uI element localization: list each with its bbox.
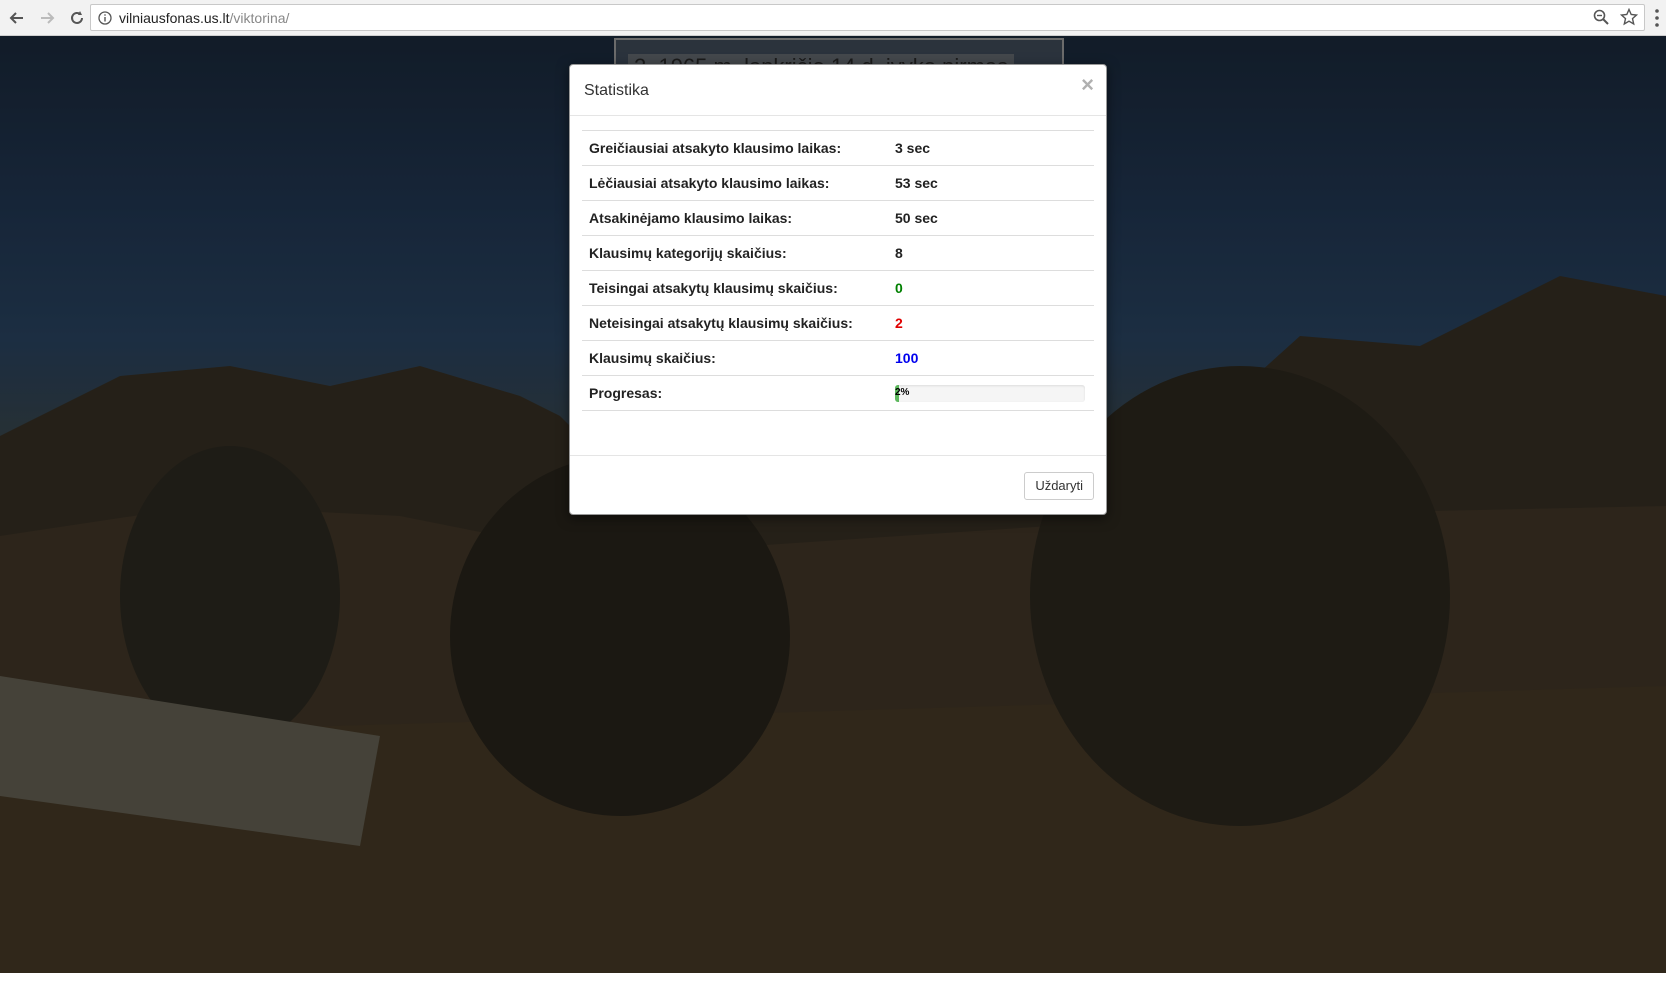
zoom-icon[interactable] xyxy=(1592,8,1610,26)
back-icon[interactable] xyxy=(4,5,30,31)
stat-value: 3 sec xyxy=(888,130,1094,166)
total-count-value: 100 xyxy=(888,340,1094,376)
close-icon[interactable]: × xyxy=(1081,74,1094,96)
address-bar[interactable]: vilniausfonas.us.lt/viktorina/ xyxy=(90,4,1645,31)
table-row: Lėčiausiai atsakyto klausimo laikas: 53 … xyxy=(582,165,1094,201)
progress-label: Progresas: xyxy=(582,375,888,411)
info-icon[interactable] xyxy=(98,10,112,25)
url-text: vilniausfonas.us.lt/viktorina/ xyxy=(119,10,289,26)
url-host: vilniausfonas.us.lt xyxy=(119,9,230,26)
table-row: Klausimų skaičius: 100 xyxy=(582,340,1094,376)
modal-header: Statistika × xyxy=(570,65,1106,116)
stat-label: Klausimų kategorijų skaičius: xyxy=(582,235,888,271)
stat-label: Atsakinėjamo klausimo laikas: xyxy=(582,200,888,236)
progress-bar: 2% xyxy=(895,384,1085,402)
browser-menu-icon[interactable] xyxy=(1650,7,1664,29)
table-row: Greičiausiai atsakyto klausimo laikas: 3… xyxy=(582,130,1094,166)
stat-value: 53 sec xyxy=(888,165,1094,201)
progress-text: 2% xyxy=(895,386,910,398)
statistics-modal: Statistika × Greičiausiai atsakyto klaus… xyxy=(569,64,1107,515)
page-bottom-bar xyxy=(0,973,1666,983)
modal-title: Statistika xyxy=(584,82,649,99)
correct-count-value: 0 xyxy=(888,270,1094,306)
stat-label: Neteisingai atsakytų klausimų skaičius: xyxy=(582,305,888,341)
table-row: Progresas: 2% xyxy=(582,375,1094,411)
incorrect-count-value: 2 xyxy=(888,305,1094,341)
stat-value: 50 sec xyxy=(888,200,1094,236)
table-row: Teisingai atsakytų klausimų skaičius: 0 xyxy=(582,270,1094,306)
browser-toolbar: vilniausfonas.us.lt/viktorina/ xyxy=(0,0,1666,36)
close-button[interactable]: Uždaryti xyxy=(1024,472,1094,500)
modal-footer: Uždaryti xyxy=(570,455,1106,514)
table-row: Neteisingai atsakytų klausimų skaičius: … xyxy=(582,305,1094,341)
progress-cell: 2% xyxy=(888,375,1094,411)
table-row: Klausimų kategorijų skaičius: 8 xyxy=(582,235,1094,271)
statistics-table: Greičiausiai atsakyto klausimo laikas: 3… xyxy=(582,130,1094,411)
modal-body: Greičiausiai atsakyto klausimo laikas: 3… xyxy=(570,116,1106,456)
url-path: /viktorina/ xyxy=(229,9,290,26)
stat-label: Teisingai atsakytų klausimų skaičius: xyxy=(582,270,888,306)
reload-icon[interactable] xyxy=(64,5,90,31)
forward-icon[interactable] xyxy=(34,5,60,31)
table-row: Atsakinėjamo klausimo laikas: 50 sec xyxy=(582,200,1094,236)
bookmark-star-icon[interactable] xyxy=(1620,8,1638,26)
stat-value: 8 xyxy=(888,235,1094,271)
stat-label: Greičiausiai atsakyto klausimo laikas: xyxy=(582,130,888,166)
stat-label: Lėčiausiai atsakyto klausimo laikas: xyxy=(582,165,888,201)
stat-label: Klausimų skaičius: xyxy=(582,340,888,376)
